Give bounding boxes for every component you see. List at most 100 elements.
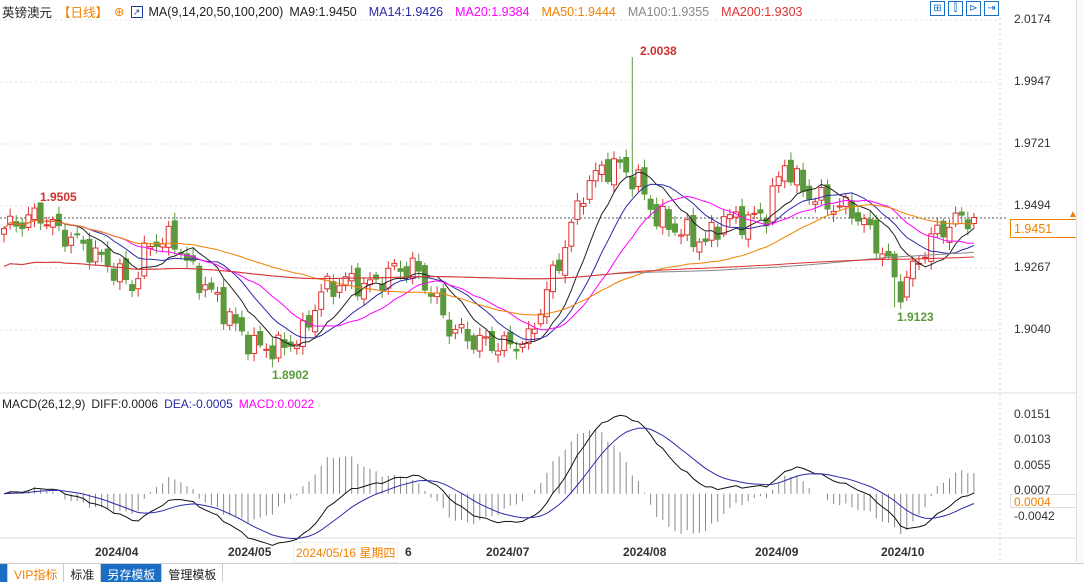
- tab-manage-templates[interactable]: 管理模板: [162, 564, 224, 582]
- candle-body: [702, 238, 709, 242]
- last-price-box: 1.9451: [1010, 219, 1078, 238]
- candle-body: [452, 328, 459, 334]
- candle-body: [861, 218, 868, 226]
- candle-body: [68, 236, 75, 246]
- candle-body: [495, 350, 502, 356]
- candle-body: [379, 283, 386, 291]
- candle-body: [464, 328, 471, 342]
- macd-diff: DIFF:0.0006: [91, 397, 159, 411]
- date-label: 2024/09: [755, 545, 799, 559]
- date-label: 6: [405, 545, 412, 559]
- candle-body: [397, 268, 404, 272]
- candle-body: [726, 214, 733, 220]
- price-tick: 1.9040: [1014, 322, 1051, 336]
- candle-body: [617, 159, 624, 163]
- candle-body: [135, 278, 142, 290]
- tab-standard[interactable]: 标准: [64, 564, 102, 582]
- candle-body: [775, 176, 782, 187]
- price-tick: 1.9721: [1014, 136, 1051, 150]
- candle-body: [501, 335, 508, 352]
- candle-body: [403, 266, 410, 278]
- macd-dea: DEA:-0.0005: [164, 397, 233, 411]
- candle-body: [330, 281, 337, 297]
- candle-body: [665, 209, 672, 230]
- candle-body: [458, 323, 465, 329]
- candle-body: [489, 331, 495, 351]
- candle-body: [312, 310, 319, 333]
- low-label: 1.9123: [897, 310, 934, 324]
- candle-body: [360, 282, 367, 300]
- candle-body: [757, 209, 764, 214]
- candle-body: [385, 267, 392, 289]
- candle-body: [208, 282, 215, 290]
- price-tick: 1.9494: [1014, 198, 1051, 212]
- candle-body: [647, 198, 654, 210]
- candle-body: [43, 224, 50, 227]
- candle-body: [806, 185, 813, 200]
- price-chart[interactable]: ▲: [0, 0, 1084, 582]
- candle-body: [885, 250, 892, 257]
- candle-body: [348, 273, 355, 282]
- high-label: 2.0038: [640, 44, 677, 58]
- tab-save-template[interactable]: 另存模板: [101, 564, 163, 582]
- candle-body: [970, 216, 977, 224]
- candle-body: [153, 241, 160, 247]
- candle-body: [604, 159, 611, 183]
- date-label: 2024/07: [486, 545, 530, 559]
- low-label: 1.8902: [272, 368, 309, 382]
- candle-body: [318, 291, 325, 310]
- candle-body: [232, 314, 239, 324]
- candle-body: [934, 224, 941, 235]
- price-tick: 1.9947: [1014, 74, 1051, 88]
- candle-body: [55, 213, 62, 227]
- candle-body: [787, 159, 794, 183]
- candle-body: [672, 223, 678, 233]
- candle-body: [202, 284, 209, 291]
- tab-vip-indicators[interactable]: VIP指标: [8, 564, 65, 582]
- date-label: 2024/08: [623, 545, 667, 559]
- macd-tick: -0.0042: [1014, 509, 1055, 523]
- candle-body: [855, 212, 861, 222]
- candle-body: [165, 225, 172, 248]
- price-tick: 1.9267: [1014, 260, 1051, 274]
- macd-params: MACD(26,12,9): [2, 397, 86, 411]
- candle-body: [1, 228, 7, 235]
- candle-body: [958, 211, 965, 216]
- candle-body: [903, 276, 910, 298]
- candle-body: [391, 262, 398, 267]
- candle-body: [928, 233, 935, 262]
- candle-body: [257, 331, 264, 346]
- candle-body: [86, 238, 93, 263]
- candle-body: [80, 239, 87, 244]
- candle-body: [513, 348, 520, 352]
- candle-body: [519, 343, 526, 348]
- candle-body: [428, 293, 434, 297]
- high-label: 1.9505: [40, 190, 77, 204]
- candle-body: [531, 328, 538, 334]
- candle-body: [245, 334, 251, 355]
- candle-body: [568, 221, 575, 247]
- candle-body: [336, 285, 343, 293]
- candle-body: [37, 202, 44, 224]
- candle-body: [580, 203, 587, 207]
- date-label: 2024/04: [95, 545, 139, 559]
- right-scrollbar[interactable]: [1076, 0, 1084, 562]
- price-tick: 2.0174: [1014, 12, 1051, 26]
- candle-body: [873, 219, 880, 254]
- candle-body: [812, 201, 819, 205]
- candle-body: [794, 168, 800, 186]
- candle-body: [781, 165, 788, 182]
- candle-body: [470, 335, 477, 350]
- candle-body: [251, 334, 258, 354]
- candle-body: [269, 345, 276, 360]
- candle-body: [586, 180, 593, 200]
- candle-body: [556, 259, 563, 271]
- cursor-date: 2024/05/16 星期四: [293, 542, 399, 563]
- candle-body: [226, 311, 233, 326]
- candle-body: [574, 200, 581, 220]
- candle-body: [415, 261, 422, 272]
- candle-body: [98, 251, 105, 255]
- ma-line: [3, 251, 974, 280]
- date-label: 2024/10: [881, 545, 925, 559]
- candle-body: [92, 247, 99, 263]
